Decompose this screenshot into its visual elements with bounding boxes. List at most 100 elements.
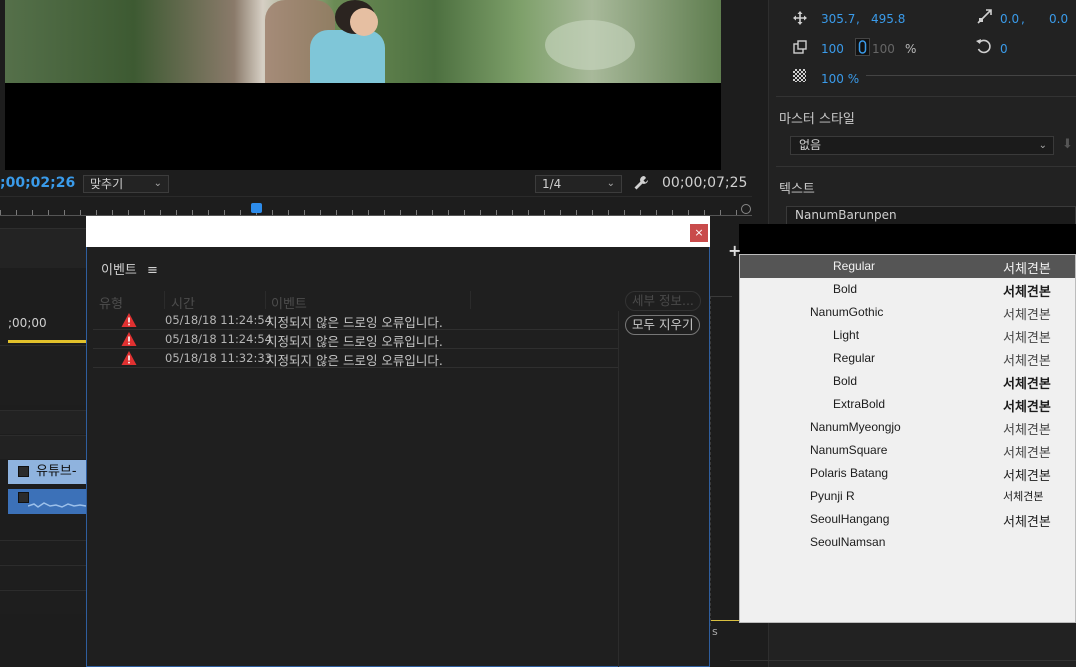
resolution-select[interactable]: 1/4 ⌄ xyxy=(535,175,622,193)
font-menu-item[interactable]: NanumMyeongjo 서체견본 xyxy=(740,416,1075,439)
font-menu-item[interactable]: Bold 서체견본 xyxy=(740,370,1075,393)
panel-edge-fragment: s xyxy=(712,625,718,638)
clear-all-button[interactable]: 모두 지우기 xyxy=(625,315,701,335)
text-section-label: 텍스트 xyxy=(779,182,815,197)
font-menu-item-name: Bold xyxy=(833,282,858,296)
audio-track-empty xyxy=(0,565,86,589)
panel-bottom-edge xyxy=(730,660,1076,661)
panel-divider xyxy=(776,166,1076,167)
font-menu-item-sample: 서체견본 xyxy=(1003,284,1051,299)
font-menu-item-name: NanumGothic xyxy=(810,305,884,319)
audio-clip[interactable] xyxy=(8,489,86,514)
font-menu-item-sample: 서체견본 xyxy=(1003,491,1044,503)
events-dialog: 이벤트 ≡ 유형 시간 이벤트 05/18/18 11:24:54 지정되지 않… xyxy=(86,247,710,667)
constrain-proportions-toggle[interactable] xyxy=(855,38,870,56)
font-menu-item-name: NanumSquare xyxy=(810,443,888,457)
font-menu-item-sample: 서체견본 xyxy=(1003,261,1051,276)
anchor-y-value[interactable]: 0.0 xyxy=(1049,12,1068,26)
font-menu-item-name: ExtraBold xyxy=(833,397,886,411)
chevron-down-icon: ⌄ xyxy=(1038,140,1047,151)
position-y-value[interactable]: 495.8 xyxy=(871,12,905,26)
playhead-marker[interactable] xyxy=(251,203,262,213)
font-family-select[interactable]: NanumBarunpen xyxy=(786,206,1076,225)
event-row[interactable]: 05/18/18 11:32:33 지정되지 않은 드로잉 오류입니다. xyxy=(93,349,618,368)
font-menu-item[interactable]: Bold 서체견본 xyxy=(740,278,1075,301)
position-move-icon xyxy=(793,10,807,25)
anchor-point-icon xyxy=(977,9,992,24)
position-x-value[interactable]: 305.7 xyxy=(821,12,855,26)
font-menu-item-name: Light xyxy=(833,328,860,342)
wrench-icon[interactable] xyxy=(633,175,649,191)
font-menu-item[interactable]: Light 서체견본 xyxy=(740,324,1075,347)
scale-unit: % xyxy=(905,42,917,56)
timeline-track-area xyxy=(0,345,86,405)
fit-select-value: 맞추기 xyxy=(90,177,124,191)
work-area-bar[interactable] xyxy=(8,340,86,343)
anchor-x-value[interactable]: 0.0 xyxy=(1000,12,1019,26)
column-header-time[interactable]: 시간 xyxy=(171,293,195,312)
warning-icon xyxy=(121,332,137,346)
font-menu-item[interactable]: SeoulHangang 서체견본 xyxy=(740,508,1075,531)
font-menu-item-sample: 서체견본 xyxy=(1003,330,1051,345)
font-menu-item[interactable]: Pyunji R 서체견본 xyxy=(740,485,1075,508)
master-style-value: 없음 xyxy=(799,138,822,152)
events-list: 05/18/18 11:24:54 지정되지 않은 드로잉 오류입니다. 05/… xyxy=(93,311,619,667)
panel-divider xyxy=(776,96,1076,97)
font-family-value: NanumBarunpen xyxy=(795,208,897,222)
fit-select[interactable]: 맞추기 ⌄ xyxy=(83,175,169,193)
warning-icon xyxy=(121,313,137,327)
anchor-separator: , xyxy=(1021,12,1025,26)
font-menu-item-name: SeoulHangang xyxy=(810,512,890,526)
events-panel-header: 이벤트 ≡ xyxy=(101,259,158,278)
zoom-scroll-knob[interactable] xyxy=(741,204,751,214)
close-button[interactable]: × xyxy=(690,224,708,242)
font-menu-item[interactable]: NanumGothic 서체견본 xyxy=(740,301,1075,324)
master-style-select[interactable]: 없음 ⌄ xyxy=(790,136,1054,155)
current-timecode[interactable]: ;00;02;26 xyxy=(0,175,75,191)
font-menu-item-name: NanumMyeongjo xyxy=(810,420,901,434)
event-message: 지정되지 않은 드로잉 오류입니다. xyxy=(266,353,443,368)
panel-menu-icon[interactable]: ≡ xyxy=(147,263,158,278)
font-menu-item-name: Regular xyxy=(833,351,876,365)
rotation-value[interactable]: 0 xyxy=(1000,42,1008,56)
scale-width-value[interactable]: 100 xyxy=(821,42,844,56)
audio-waveform xyxy=(28,502,86,508)
warning-icon xyxy=(121,351,137,365)
font-menu-item-name: Regular xyxy=(833,259,876,273)
font-menu-item[interactable]: Regular 서체견본 xyxy=(740,255,1075,278)
video-clip[interactable]: 유튜브- xyxy=(8,460,86,484)
font-menu-item-name: Polaris Batang xyxy=(810,466,889,480)
chevron-down-icon: ⌄ xyxy=(606,178,615,189)
scale-icon xyxy=(793,39,807,54)
font-menu-item-sample: 서체견본 xyxy=(1003,353,1051,368)
timeline-header xyxy=(0,228,90,268)
video-track-empty xyxy=(0,410,86,434)
opacity-value[interactable]: 100 % xyxy=(821,72,859,86)
font-menu-item-name: SeoulNamsan xyxy=(810,535,886,549)
clip-fx-icon xyxy=(18,466,29,477)
download-arrow-icon[interactable]: ⬇ xyxy=(1062,137,1073,152)
audio-track-empty xyxy=(0,540,86,564)
opacity-slider[interactable] xyxy=(866,75,1076,76)
font-menu-item[interactable]: ExtraBold 서체견본 xyxy=(740,393,1075,416)
font-menu-item-sample: 서체견본 xyxy=(1003,514,1051,529)
event-time: 05/18/18 11:24:54 xyxy=(165,332,272,346)
close-icon: × xyxy=(694,226,704,239)
font-menu-item[interactable]: NanumSquare 서체견본 xyxy=(740,439,1075,462)
details-button: 세부 정보... xyxy=(625,291,701,311)
font-menu-item[interactable]: SeoulNamsan xyxy=(740,531,1075,554)
event-row[interactable]: 05/18/18 11:24:54 지정되지 않은 드로잉 오류입니다. xyxy=(93,311,618,330)
font-menu-item-sample: 서체견본 xyxy=(1003,468,1051,483)
font-menu-item[interactable]: Regular 서체견본 xyxy=(740,347,1075,370)
column-header-type[interactable]: 유형 xyxy=(99,293,123,312)
font-menu-item-name: Bold xyxy=(833,374,858,388)
event-time: 05/18/18 11:24:54 xyxy=(165,313,272,327)
timeline-timecode: ;00;00 xyxy=(8,316,47,330)
font-menu-item-sample: 서체견본 xyxy=(1003,445,1051,460)
event-row[interactable]: 05/18/18 11:24:54 지정되지 않은 드로잉 오류입니다. xyxy=(93,330,618,349)
font-menu-item[interactable]: Polaris Batang 서체견본 xyxy=(740,462,1075,485)
events-dialog-titlebar[interactable] xyxy=(86,216,710,247)
font-menu-item-sample: 서체견본 xyxy=(1003,307,1051,322)
column-header-event[interactable]: 이벤트 xyxy=(271,293,307,312)
font-menu-header-strip xyxy=(739,224,1076,254)
